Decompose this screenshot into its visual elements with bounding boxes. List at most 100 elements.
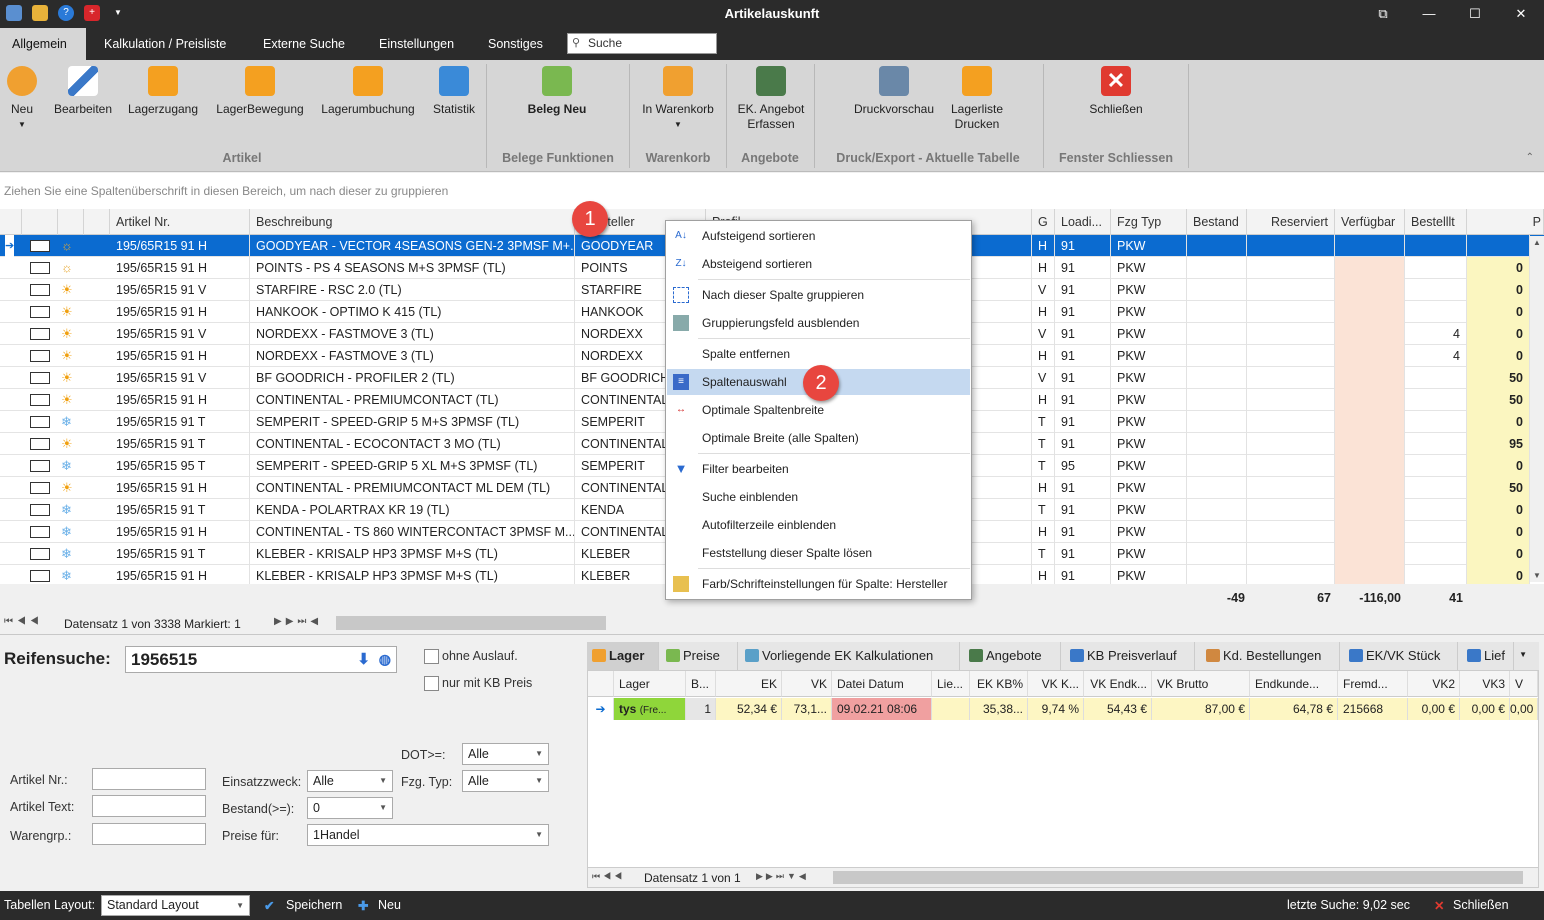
- tab-preise[interactable]: Preise: [661, 642, 738, 670]
- cell-g[interactable]: V: [1032, 367, 1055, 389]
- cell-nr[interactable]: 195/65R15 91 H: [110, 389, 250, 411]
- cell-g[interactable]: H: [1032, 345, 1055, 367]
- beleg-neu-button[interactable]: Beleg Neu: [522, 66, 592, 117]
- cell-bestellt[interactable]: [1405, 235, 1467, 257]
- cell-p[interactable]: 0: [1467, 345, 1530, 367]
- cell-bestellt[interactable]: [1405, 433, 1467, 455]
- nav-first-prev-icons[interactable]: ⏮◀◀: [592, 871, 625, 882]
- cell-bestellt[interactable]: [1405, 301, 1467, 323]
- cell-load[interactable]: 91: [1055, 477, 1111, 499]
- tab-lief[interactable]: Lief: [1462, 642, 1514, 670]
- cell-verfuegbar[interactable]: [1335, 521, 1405, 543]
- cell-bestellt[interactable]: [1405, 565, 1467, 584]
- detail-header[interactable]: Datei Datum: [832, 671, 932, 697]
- tab-einstellungen[interactable]: Einstellungen: [367, 28, 466, 60]
- cell-bestellt[interactable]: [1405, 279, 1467, 301]
- cell-bestand[interactable]: [1187, 565, 1247, 584]
- row-checkbox[interactable]: [30, 284, 50, 296]
- cell-bestellt[interactable]: [1405, 389, 1467, 411]
- cell-desc[interactable]: KENDA - POLARTRAX KR 19 (TL): [250, 499, 575, 521]
- cell-g[interactable]: V: [1032, 279, 1055, 301]
- row-checkbox[interactable]: [30, 416, 50, 428]
- cell-verfuegbar[interactable]: [1335, 257, 1405, 279]
- restore-layout-button[interactable]: ⧉: [1360, 0, 1406, 28]
- cell-p[interactable]: 50: [1467, 389, 1530, 411]
- cell-p[interactable]: 0: [1467, 521, 1530, 543]
- cell-load[interactable]: 91: [1055, 323, 1111, 345]
- detail-cell[interactable]: 54,43 €: [1084, 698, 1152, 720]
- detail-horizontal-scrollbar[interactable]: [833, 871, 1523, 884]
- cell-bestellt[interactable]: [1405, 521, 1467, 543]
- cell-nr[interactable]: 195/65R15 91 H: [110, 257, 250, 279]
- header-season[interactable]: [58, 209, 84, 235]
- tab-overflow-icon[interactable]: ▼: [1519, 650, 1527, 659]
- cell-p[interactable]: 0: [1467, 323, 1530, 345]
- detail-cell[interactable]: 0,00 €: [1460, 698, 1510, 720]
- cell-nr[interactable]: 195/65R15 91 T: [110, 433, 250, 455]
- cell-p[interactable]: 0: [1467, 301, 1530, 323]
- artikel-nr-input[interactable]: [92, 768, 206, 790]
- cell-typ[interactable]: PKW: [1111, 565, 1187, 584]
- header-bestand[interactable]: Bestand: [1187, 209, 1247, 235]
- new-layout-button[interactable]: Neu: [378, 898, 401, 912]
- cell-desc[interactable]: NORDEXX - FASTMOVE 3 (TL): [250, 323, 575, 345]
- cell-reserviert[interactable]: [1247, 477, 1335, 499]
- tab-ek-kalkulationen[interactable]: Vorliegende EK Kalkulationen: [740, 642, 960, 670]
- cell-bestand[interactable]: [1187, 455, 1247, 477]
- cell-desc[interactable]: CONTINENTAL - ECOCONTACT 3 MO (TL): [250, 433, 575, 455]
- cell-bestellt[interactable]: [1405, 455, 1467, 477]
- header-verfuegbar[interactable]: Verfügbar: [1335, 209, 1405, 235]
- maximize-button[interactable]: ☐: [1452, 0, 1498, 28]
- cell-g[interactable]: H: [1032, 257, 1055, 279]
- cell-reserviert[interactable]: [1247, 499, 1335, 521]
- menu-edit-filter[interactable]: ▼ Filter bearbeiten: [667, 456, 970, 482]
- cell-nr[interactable]: 195/65R15 91 H: [110, 301, 250, 323]
- cell-desc[interactable]: CONTINENTAL - PREMIUMCONTACT ML DEM (TL): [250, 477, 575, 499]
- cell-g[interactable]: H: [1032, 477, 1055, 499]
- cell-reserviert[interactable]: [1247, 543, 1335, 565]
- cell-desc[interactable]: GOODYEAR - VECTOR 4SEASONS GEN-2 3PMSF M…: [250, 235, 575, 257]
- dot-select[interactable]: Alle ▼: [462, 743, 549, 765]
- cell-p[interactable]: [1467, 235, 1530, 257]
- cell-g[interactable]: T: [1032, 543, 1055, 565]
- detail-cell[interactable]: 0,00: [1510, 698, 1538, 720]
- cell-verfuegbar[interactable]: [1335, 565, 1405, 584]
- header-beschreibung[interactable]: Beschreibung: [250, 209, 575, 235]
- cell-g[interactable]: H: [1032, 301, 1055, 323]
- cell-nr[interactable]: 195/65R15 91 H: [110, 477, 250, 499]
- menu-show-autofilter[interactable]: Autofilterzeile einblenden: [667, 512, 970, 538]
- header-bestellt[interactable]: Bestelllt: [1405, 209, 1467, 235]
- cell-nr[interactable]: 195/65R15 91 V: [110, 323, 250, 345]
- row-checkbox[interactable]: [30, 526, 50, 538]
- cell-typ[interactable]: PKW: [1111, 279, 1187, 301]
- cell-typ[interactable]: PKW: [1111, 521, 1187, 543]
- row-checkbox[interactable]: [30, 482, 50, 494]
- cell-reserviert[interactable]: [1247, 565, 1335, 584]
- row-checkbox[interactable]: [30, 394, 50, 406]
- cell-reserviert[interactable]: [1247, 367, 1335, 389]
- globe-icon[interactable]: ◍: [379, 647, 391, 672]
- cell-typ[interactable]: PKW: [1111, 389, 1187, 411]
- tab-allgemein[interactable]: Allgemein: [0, 28, 86, 60]
- menu-group-by-column[interactable]: Nach dieser Spalte gruppieren: [667, 282, 970, 308]
- cell-load[interactable]: 91: [1055, 499, 1111, 521]
- detail-header[interactable]: B...: [686, 671, 716, 697]
- cell-p[interactable]: 95: [1467, 433, 1530, 455]
- cell-typ[interactable]: PKW: [1111, 301, 1187, 323]
- cell-bestand[interactable]: [1187, 477, 1247, 499]
- cell-desc[interactable]: CONTINENTAL - PREMIUMCONTACT (TL): [250, 389, 575, 411]
- row-checkbox[interactable]: [30, 240, 50, 252]
- tab-kalkulation[interactable]: Kalkulation / Preisliste: [92, 28, 238, 60]
- menu-color-font-settings[interactable]: Farb/Schrifteinstellungen für Spalte: He…: [667, 571, 970, 597]
- tab-kd-bestellungen[interactable]: Kd. Bestellungen: [1201, 642, 1340, 670]
- cell-desc[interactable]: SEMPERIT - SPEED-GRIP 5 XL M+S 3PMSF (TL…: [250, 455, 575, 477]
- detail-cell[interactable]: 0,00 €: [1408, 698, 1460, 720]
- cell-desc[interactable]: KLEBER - KRISALP HP3 3PMSF M+S (TL): [250, 565, 575, 584]
- cell-bestellt[interactable]: [1405, 499, 1467, 521]
- cell-bestand[interactable]: [1187, 257, 1247, 279]
- lagerliste-drucken-button[interactable]: Lagerliste Drucken: [944, 66, 1010, 132]
- cell-p[interactable]: 0: [1467, 257, 1530, 279]
- cell-desc[interactable]: HANKOOK - OPTIMO K 415 (TL): [250, 301, 575, 323]
- cell-reserviert[interactable]: [1247, 301, 1335, 323]
- row-checkbox[interactable]: [30, 460, 50, 472]
